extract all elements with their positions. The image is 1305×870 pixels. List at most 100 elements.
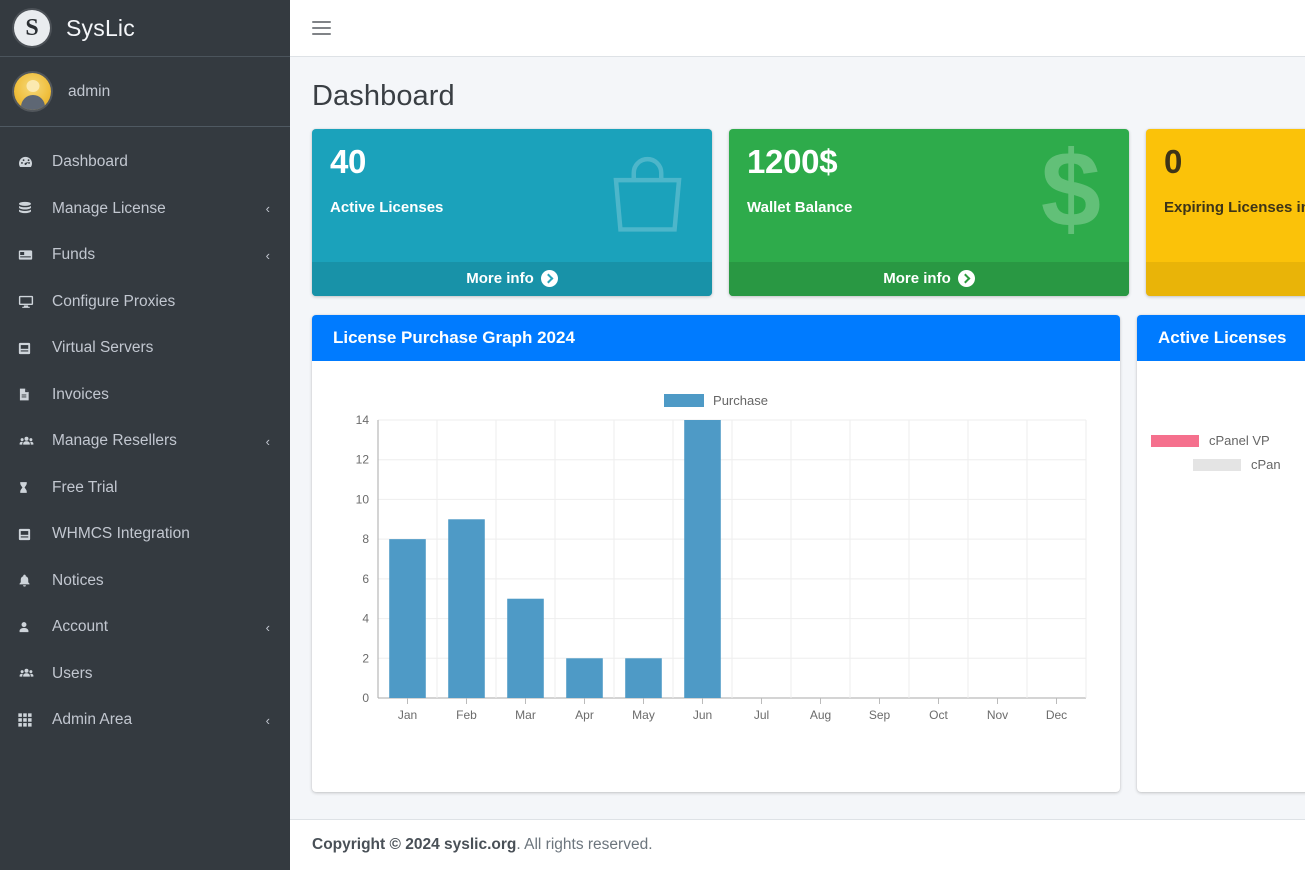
legend-item: cPan bbox=[1151, 457, 1305, 472]
brand-link[interactable]: S SysLic bbox=[0, 0, 290, 57]
sidebar-item-label: Users bbox=[52, 665, 274, 683]
info-box-body: 1200$ Wallet Balance $ bbox=[729, 129, 1129, 262]
bar-chart: Purchase 02468101214JanFebMarAprMayJunJu… bbox=[326, 371, 1106, 782]
legend-label: cPanel VP bbox=[1209, 433, 1270, 448]
active-licenses-card: Active Licenses cPanel VP cPan bbox=[1137, 315, 1305, 792]
sidebar-nav: Dashboard Manage License ‹ Funds ‹ bbox=[0, 127, 290, 744]
chart-legend: Purchase bbox=[326, 371, 1106, 410]
page-title: Dashboard bbox=[290, 57, 1305, 129]
sidebar-item-manage-license[interactable]: Manage License ‹ bbox=[0, 186, 290, 233]
chart-canvas: 02468101214JanFebMarAprMayJunJulAugSepOc… bbox=[326, 410, 1098, 740]
hamburger-icon[interactable] bbox=[312, 17, 331, 39]
svg-text:Jan: Jan bbox=[398, 708, 417, 722]
content-area: Dashboard 40 Active Licenses More info bbox=[290, 57, 1305, 819]
sidebar-item-virtual-servers[interactable]: Virtual Servers bbox=[0, 325, 290, 372]
database-icon bbox=[17, 200, 43, 217]
sidebar-item-users[interactable]: Users bbox=[0, 651, 290, 698]
svg-text:0: 0 bbox=[362, 691, 369, 705]
svg-text:Jul: Jul bbox=[754, 708, 769, 722]
info-box-number: 40 bbox=[330, 145, 694, 180]
arrow-right-circle-icon bbox=[958, 270, 975, 287]
avatar bbox=[14, 73, 51, 110]
sidebar-item-account[interactable]: Account ‹ bbox=[0, 604, 290, 651]
info-box-more-link[interactable]: Mo bbox=[1146, 262, 1305, 296]
info-box-wallet-balance[interactable]: 1200$ Wallet Balance $ More info bbox=[729, 129, 1129, 296]
footer-copyright-prefix: Copyright © 2024 bbox=[312, 836, 444, 853]
grid-icon bbox=[17, 712, 43, 728]
sidebar-item-free-trial[interactable]: Free Trial bbox=[0, 465, 290, 512]
sidebar-item-manage-resellers[interactable]: Manage Resellers ‹ bbox=[0, 418, 290, 465]
svg-text:Jun: Jun bbox=[693, 708, 712, 722]
footer-site-link[interactable]: syslic.org bbox=[444, 836, 516, 853]
svg-text:May: May bbox=[632, 708, 655, 722]
info-box-row: 40 Active Licenses More info 1200$ bbox=[290, 129, 1305, 296]
user-name: admin bbox=[68, 83, 110, 101]
file-icon bbox=[17, 386, 43, 403]
sidebar-item-label: Notices bbox=[52, 572, 274, 590]
info-box-label: Expiring Licenses in bbox=[1164, 199, 1305, 216]
pie-body: cPanel VP cPan bbox=[1137, 361, 1305, 792]
info-box-label: Active Licenses bbox=[330, 199, 694, 216]
sidebar-item-invoices[interactable]: Invoices bbox=[0, 372, 290, 419]
sidebar: S SysLic admin Dashboard Manage License … bbox=[0, 0, 290, 870]
sidebar-item-dashboard[interactable]: Dashboard bbox=[0, 139, 290, 186]
footer: Copyright © 2024 syslic.org. All rights … bbox=[290, 819, 1305, 870]
info-box-more-link[interactable]: More info bbox=[729, 262, 1129, 296]
brand-title: SysLic bbox=[66, 15, 135, 42]
book-icon bbox=[17, 340, 43, 357]
tachometer-icon bbox=[17, 154, 43, 171]
desktop-icon bbox=[17, 293, 43, 310]
svg-text:Nov: Nov bbox=[987, 708, 1008, 722]
brand-logo-icon: S bbox=[14, 10, 50, 46]
arrow-right-circle-icon bbox=[541, 270, 558, 287]
user-panel[interactable]: admin bbox=[0, 57, 290, 127]
user-icon bbox=[17, 619, 43, 636]
svg-text:Oct: Oct bbox=[929, 708, 948, 722]
sidebar-item-configure-proxies[interactable]: Configure Proxies bbox=[0, 279, 290, 326]
sidebar-item-label: Funds bbox=[52, 246, 266, 264]
chart-body: Purchase 02468101214JanFebMarAprMayJunJu… bbox=[312, 361, 1120, 792]
money-icon bbox=[17, 247, 43, 263]
users-icon bbox=[17, 434, 43, 449]
legend-swatch bbox=[1151, 435, 1199, 447]
info-box-active-licenses[interactable]: 40 Active Licenses More info bbox=[312, 129, 712, 296]
svg-text:Feb: Feb bbox=[456, 708, 477, 722]
legend-item: cPanel VP bbox=[1151, 433, 1305, 448]
legend-swatch bbox=[664, 394, 704, 407]
svg-text:6: 6 bbox=[362, 572, 369, 586]
sidebar-item-label: WHMCS Integration bbox=[52, 525, 274, 543]
license-purchase-graph-card: License Purchase Graph 2024 Purchase 024… bbox=[312, 315, 1120, 792]
info-box-more-link[interactable]: More info bbox=[312, 262, 712, 296]
sidebar-item-label: Manage License bbox=[52, 200, 266, 218]
sidebar-item-label: Virtual Servers bbox=[52, 339, 274, 357]
svg-text:4: 4 bbox=[362, 612, 369, 626]
chevron-left-icon: ‹ bbox=[266, 434, 274, 449]
svg-text:Aug: Aug bbox=[810, 708, 831, 722]
card-row: License Purchase Graph 2024 Purchase 024… bbox=[290, 296, 1305, 792]
info-box-expiring-licenses[interactable]: 0 Expiring Licenses in Mo bbox=[1146, 129, 1305, 296]
svg-text:8: 8 bbox=[362, 532, 369, 546]
bell-icon bbox=[17, 572, 43, 589]
sidebar-item-whmcs-integration[interactable]: WHMCS Integration bbox=[0, 511, 290, 558]
pie-legend: cPanel VP cPan bbox=[1151, 371, 1305, 472]
sidebar-item-label: Manage Resellers bbox=[52, 432, 266, 450]
info-box-number: 0 bbox=[1164, 145, 1305, 180]
sidebar-item-funds[interactable]: Funds ‹ bbox=[0, 232, 290, 279]
sidebar-item-admin-area[interactable]: Admin Area ‹ bbox=[0, 697, 290, 744]
sidebar-item-label: Account bbox=[52, 618, 266, 636]
svg-text:14: 14 bbox=[356, 413, 370, 427]
more-info-label: More info bbox=[466, 270, 534, 287]
sidebar-item-notices[interactable]: Notices bbox=[0, 558, 290, 605]
more-info-label: More info bbox=[883, 270, 951, 287]
chevron-left-icon: ‹ bbox=[266, 248, 274, 263]
info-box-body: 0 Expiring Licenses in bbox=[1146, 129, 1305, 262]
chevron-left-icon: ‹ bbox=[266, 620, 274, 635]
hourglass-icon bbox=[17, 479, 43, 496]
chevron-left-icon: ‹ bbox=[266, 201, 274, 216]
svg-text:10: 10 bbox=[356, 492, 370, 506]
sidebar-item-label: Free Trial bbox=[52, 479, 274, 497]
legend-label: Purchase bbox=[713, 393, 768, 408]
chevron-left-icon: ‹ bbox=[266, 713, 274, 728]
svg-text:12: 12 bbox=[356, 453, 370, 467]
svg-text:Apr: Apr bbox=[575, 708, 594, 722]
